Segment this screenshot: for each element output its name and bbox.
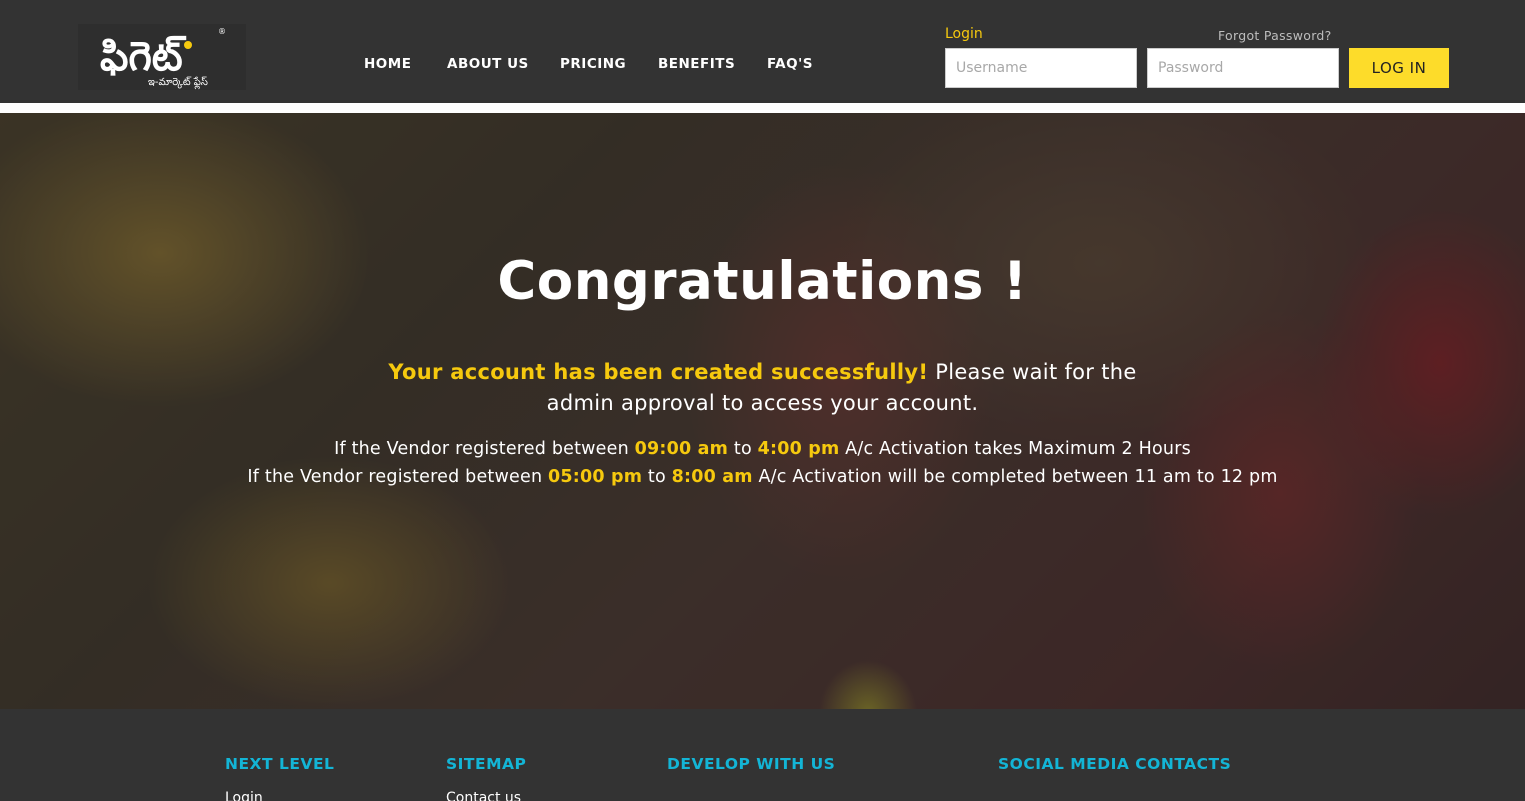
header-divider (0, 103, 1525, 113)
hero-banner: Congratulations ! Your account has been … (0, 113, 1525, 709)
nav-home[interactable]: HOME (364, 56, 411, 72)
footer-heading-develop: DEVELOP WITH US (667, 755, 836, 773)
info-prefix: If the Vendor registered between (247, 467, 548, 487)
nav-faqs[interactable]: FAQ'S (767, 56, 813, 72)
login-label: Login (945, 26, 983, 42)
info-prefix: If the Vendor registered between (334, 439, 635, 459)
site-footer: NEXT LEVEL SITEMAP DEVELOP WITH US SOCIA… (0, 709, 1525, 801)
logo-accent-dot (184, 41, 192, 49)
logo-sub-text: ఇ-మార్కెట్ ఫ్లేస్ (148, 76, 208, 90)
logo-main-text: ఫిగెట్ (100, 34, 187, 80)
info-to: to (642, 467, 672, 487)
activation-info-night: If the Vendor registered between 05:00 p… (0, 467, 1525, 487)
forgot-password-link[interactable]: Forgot Password? (1218, 28, 1332, 43)
nav-about-us[interactable]: ABOUT US (447, 56, 529, 72)
logo-registered-mark: ® (218, 27, 226, 36)
footer-link-login[interactable]: Login (225, 790, 263, 801)
footer-link-contact[interactable]: Contact us (446, 790, 521, 801)
footer-heading-sitemap: SITEMAP (446, 755, 527, 773)
time-start: 05:00 pm (548, 467, 643, 487)
time-end: 8:00 am (671, 467, 753, 487)
footer-heading-social: SOCIAL MEDIA CONTACTS (998, 755, 1232, 773)
brand-logo[interactable]: ఫిగెట్ ఇ-మార్కెట్ ఫ్లేస్ ® (78, 24, 246, 90)
info-suffix: A/c Activation takes Maximum 2 Hours (839, 439, 1191, 459)
login-button[interactable]: LOG IN (1349, 48, 1449, 88)
success-message: Your account has been created successful… (388, 360, 929, 384)
logo-graphic: ఫిగెట్ ఇ-మార్కెట్ ఫ్లేస్ ® (100, 27, 226, 90)
footer-heading-next-level: NEXT LEVEL (225, 755, 335, 773)
nav-pricing[interactable]: PRICING (560, 56, 626, 72)
nav-benefits[interactable]: BENEFITS (658, 56, 735, 72)
time-end: 4:00 pm (757, 439, 840, 459)
activation-info-day: If the Vendor registered between 09:00 a… (0, 439, 1525, 459)
hero-title: Congratulations ! (497, 251, 1028, 312)
hero-message: Your account has been created successful… (380, 357, 1145, 419)
password-input[interactable] (1147, 48, 1339, 88)
info-to: to (728, 439, 758, 459)
info-suffix: A/c Activation will be completed between… (752, 467, 1278, 487)
hero-content: Congratulations ! Your account has been … (0, 113, 1525, 709)
time-start: 09:00 am (634, 439, 729, 459)
site-header: ఫిగెట్ ఇ-మార్కెట్ ఫ్లేస్ ® HOME ABOUT US… (0, 0, 1525, 103)
username-input[interactable] (945, 48, 1137, 88)
